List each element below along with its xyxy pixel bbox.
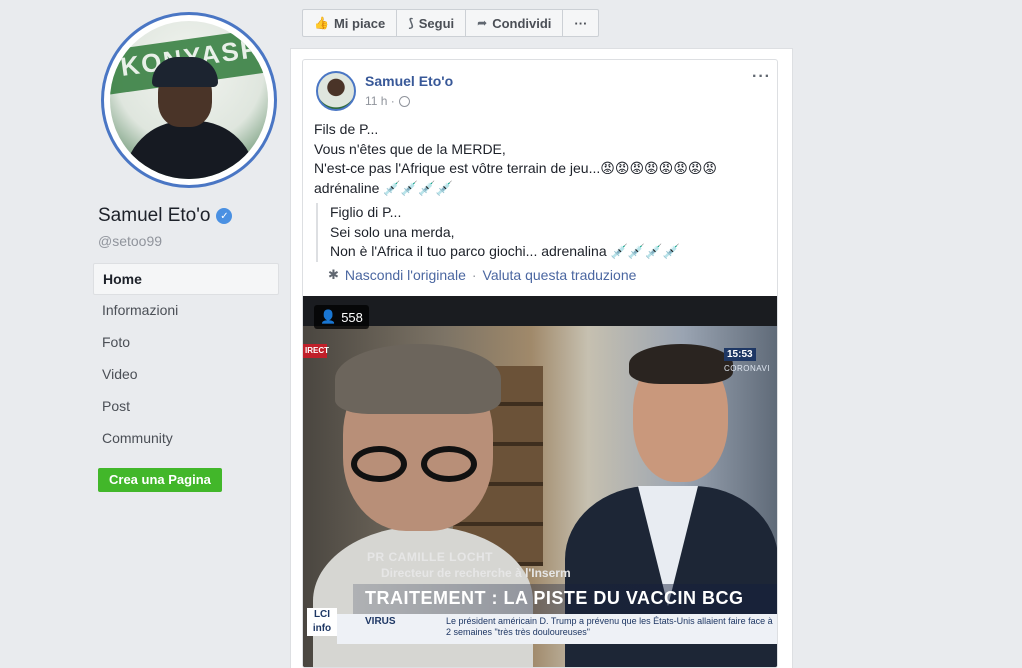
translation-controls: ✱ Nascondi l'originale · Valuta questa t…	[328, 267, 636, 283]
post-body: Fils de P... Vous n'êtes que de la MERDE…	[314, 120, 764, 198]
nav-item-community[interactable]: Community	[93, 423, 279, 455]
nav-item-home[interactable]: Home	[93, 263, 279, 295]
post-author-avatar[interactable]	[316, 71, 356, 111]
like-button[interactable]: 👍 Mi piace	[303, 10, 398, 36]
guest-role-caption: Directeur de recherche à l'Inserm	[381, 566, 571, 580]
hide-original-link[interactable]: Nascondi l'originale	[345, 267, 466, 283]
translation-line: Sei solo una merda,	[330, 223, 455, 240]
post-author-name[interactable]: Samuel Eto'o	[365, 73, 453, 89]
share-label: Condividi	[492, 15, 552, 31]
profile-photo: KONYASPOR	[110, 21, 268, 179]
video-player[interactable]: 👤 558 IRECT 15:53 CORONAVI PR CAMILLE LO…	[303, 296, 777, 667]
lower-third: PR CAMILLE LOCHT Directeur de recherche …	[303, 546, 777, 667]
share-arrow-icon: ➦	[477, 16, 488, 30]
page-action-toolbar: 👍 Mi piace ⟆ Segui ➦ Condividi ···	[302, 9, 600, 37]
live-viewer-count: 👤 558	[314, 305, 369, 329]
rate-translation-link[interactable]: Valuta questa traduzione	[483, 267, 637, 283]
headline-caption: TRAITEMENT : LA PISTE DU VACCIN BCG	[365, 588, 744, 608]
guest-glasses	[351, 446, 491, 486]
translation-box: Figlio di P... Sei solo una merda, Non è…	[316, 203, 766, 262]
translation-line: Figlio di P...	[330, 204, 402, 220]
translation-line: Non è l'Africa il tuo parco giochi... ad…	[330, 243, 681, 259]
page-handle: @setoo99	[98, 233, 163, 249]
nav-item-videos[interactable]: Video	[93, 359, 279, 391]
nav-item-posts[interactable]: Post	[93, 391, 279, 423]
page-title: Samuel Eto'o ✓	[98, 205, 233, 227]
anchor-hair	[629, 344, 733, 384]
ticker-text: Le président américain D. Trump a préven…	[446, 616, 773, 637]
broadcast-topic: CORONAVI	[724, 364, 771, 373]
separator-dot: ·	[471, 267, 477, 283]
post-timestamp[interactable]: 11 h ·	[365, 94, 395, 108]
post-line: Fils de P...	[314, 121, 379, 137]
broadcast-clock: 15:53	[724, 348, 756, 361]
person-cap	[152, 57, 218, 87]
create-page-button[interactable]: Crea una Pagina	[98, 468, 222, 492]
post-line: N'est-ce pas l'Afrique est vôtre terrain…	[314, 160, 718, 176]
post-meta: 11 h ·	[365, 94, 410, 108]
post-line: adrénaline 💉💉💉💉	[314, 179, 454, 196]
nav-item-photos[interactable]: Foto	[93, 327, 279, 359]
follow-button[interactable]: ⟆ Segui	[397, 10, 467, 36]
ticker-label: VIRUS	[365, 616, 396, 627]
like-label: Mi piace	[333, 15, 386, 31]
person-body	[124, 121, 256, 179]
person-icon: 👤	[320, 309, 337, 324]
follow-label: Segui	[418, 15, 455, 31]
page-nav: Home Informazioni Foto Video Post Commun…	[93, 263, 279, 455]
guest-hair	[335, 344, 501, 414]
viewer-count: 558	[341, 309, 363, 325]
verified-badge-icon: ✓	[216, 208, 233, 224]
profile-picture[interactable]: KONYASPOR	[101, 12, 277, 188]
page-name[interactable]: Samuel Eto'o	[98, 205, 210, 227]
post-card: Samuel Eto'o 11 h · ··· Fils de P... Vou…	[302, 59, 778, 668]
gear-icon[interactable]: ✱	[328, 267, 339, 283]
direct-tag: IRECT	[303, 344, 329, 358]
channel-logo: LCI info	[307, 608, 337, 636]
thumbs-up-icon: 👍	[314, 16, 329, 30]
more-button[interactable]: ···	[563, 10, 598, 36]
post-line: Vous n'êtes que de la MERDE,	[314, 140, 506, 157]
globe-icon	[398, 95, 410, 107]
share-button[interactable]: ➦ Condividi	[466, 10, 564, 36]
nav-item-about[interactable]: Informazioni	[93, 295, 279, 327]
post-options-icon[interactable]: ···	[752, 68, 771, 86]
more-dots-icon: ···	[574, 15, 588, 31]
guest-name-caption: PR CAMILLE LOCHT	[367, 550, 493, 564]
rss-feed-icon: ⟆	[408, 16, 414, 30]
left-column: KONYASPOR Samuel Eto'o ✓ @setoo99 Home I…	[0, 0, 290, 668]
